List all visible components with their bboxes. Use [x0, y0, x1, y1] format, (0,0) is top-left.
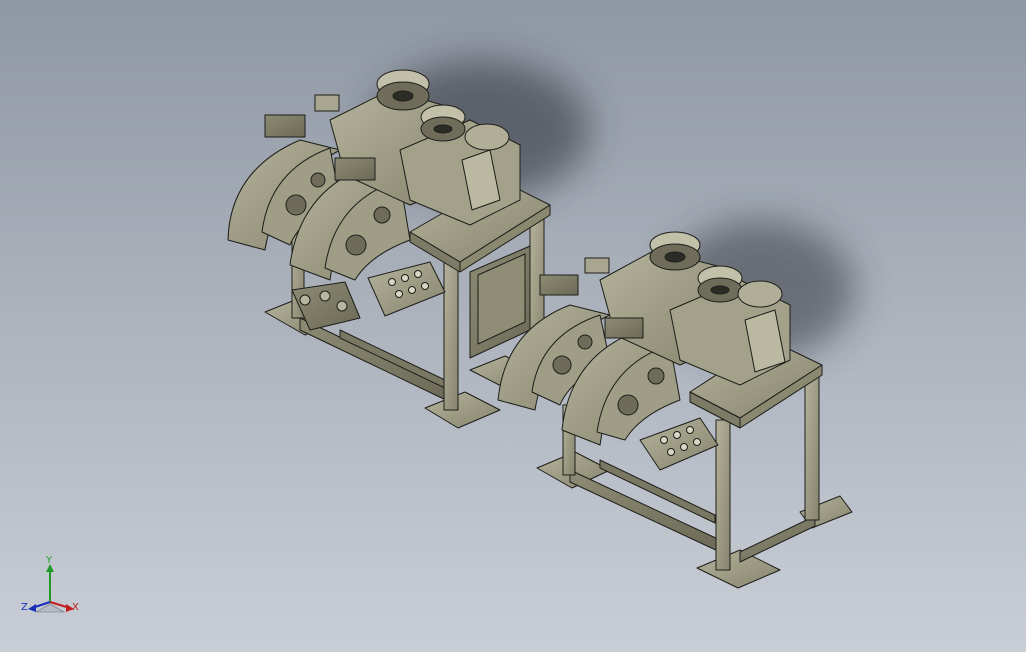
- button-icon: [667, 448, 675, 456]
- button-icon: [414, 270, 422, 278]
- reel-icon: [737, 280, 783, 308]
- triad-x-label: X: [72, 602, 79, 613]
- button-icon: [673, 431, 681, 439]
- control-panel: [367, 261, 446, 317]
- frame-leg: [715, 419, 731, 571]
- button-icon: [421, 282, 429, 290]
- fitting-icon: [319, 290, 331, 302]
- button-icon: [388, 278, 396, 286]
- control-panel: [639, 417, 719, 471]
- cad-viewport[interactable]: Y X Z: [0, 0, 1026, 652]
- spool-icon: [392, 90, 414, 102]
- base-plate: [696, 549, 781, 589]
- motor-icon: [584, 257, 610, 274]
- base-plate: [424, 391, 501, 429]
- spool-icon: [710, 285, 730, 295]
- guard-hole-icon: [345, 234, 367, 256]
- button-icon: [408, 286, 416, 294]
- spool-icon: [664, 251, 686, 263]
- button-icon: [660, 436, 668, 444]
- frame-rail: [339, 329, 446, 389]
- guard-hole-icon: [552, 355, 572, 375]
- spool-icon: [433, 124, 453, 134]
- frame-leg: [443, 257, 459, 411]
- guard-hole-icon: [647, 367, 665, 385]
- frame-leg: [804, 371, 820, 521]
- triad-y-label: Y: [46, 555, 53, 566]
- fitting-icon: [336, 300, 348, 312]
- guard-hole-icon: [617, 394, 639, 416]
- button-icon: [680, 443, 688, 451]
- orientation-triad[interactable]: Y X Z: [16, 556, 86, 626]
- button-icon: [395, 290, 403, 298]
- triad-axes-icon: [28, 564, 74, 613]
- fitting-icon: [299, 294, 311, 306]
- guard-hole-icon: [577, 334, 593, 350]
- guard-hole-icon: [373, 206, 391, 224]
- frame-rail: [739, 515, 816, 563]
- frame-rail: [299, 317, 451, 403]
- button-icon: [693, 438, 701, 446]
- motor-icon: [604, 317, 644, 339]
- motor-icon: [539, 274, 579, 296]
- motor-icon: [264, 114, 306, 138]
- button-icon: [686, 426, 694, 434]
- model-scene[interactable]: [0, 0, 1026, 652]
- triad-z-label: Z: [21, 602, 28, 613]
- reel-icon: [464, 123, 510, 151]
- button-icon: [401, 274, 409, 282]
- guard-hole-icon: [310, 172, 326, 188]
- motor-icon: [314, 94, 340, 112]
- guard-hole-icon: [285, 194, 307, 216]
- motor-icon: [334, 157, 376, 181]
